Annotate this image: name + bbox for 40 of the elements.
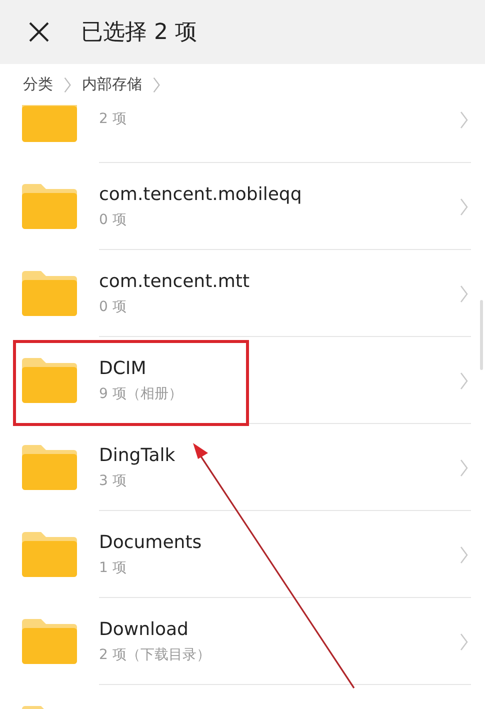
folder-icon: [22, 358, 77, 403]
folder-icon: [22, 532, 77, 577]
chevron-icon: [63, 76, 72, 94]
folder-icon: [22, 271, 77, 316]
folder-row[interactable]: DCIM 9 项（相册）: [0, 337, 485, 424]
item-count: 1 项: [99, 558, 126, 576]
scrollbar: [480, 300, 483, 370]
item-count: 0 项: [99, 298, 126, 316]
chevron-icon: [459, 632, 469, 652]
selection-title: 已选择 2 项: [81, 19, 197, 47]
breadcrumb-item[interactable]: 内部存储: [82, 75, 142, 94]
folder-name: DingTalk: [99, 444, 176, 466]
item-count: 2 项: [99, 110, 126, 128]
folder-icon: [22, 445, 77, 490]
folder-name: com.tencent.mtt: [99, 270, 250, 292]
chevron-icon: [459, 284, 469, 304]
item-count: 0 项: [99, 210, 126, 228]
folder-name: DCIM: [99, 358, 146, 378]
folder-row[interactable]: Documents 1 项: [0, 511, 485, 598]
chevron-icon: [459, 197, 469, 217]
folder-row[interactable]: Download 2 项（下载目录）: [0, 598, 485, 685]
folder-name: Documents: [99, 532, 202, 552]
folder-icon: [22, 105, 77, 142]
folder-icon: [22, 619, 77, 664]
folder-row[interactable]: com.tencent.mobileqq 0 项: [0, 163, 485, 250]
item-count: 9 项（相册）: [99, 384, 182, 402]
chevron-icon: [152, 76, 161, 94]
chevron-icon: [459, 110, 469, 130]
breadcrumb-item[interactable]: 分类: [23, 75, 53, 94]
folder-icon: [22, 184, 77, 229]
item-count: 3 项: [99, 472, 126, 490]
folder-row[interactable]: DingTalk 3 项: [0, 424, 485, 511]
folder-row[interactable]: com.tencent.mtt 0 项: [0, 250, 485, 337]
chevron-icon: [459, 371, 469, 391]
folder-name: com.tencent.mobileqq: [99, 184, 302, 204]
folder-name: Download: [99, 618, 188, 640]
close-button[interactable]: [27, 20, 51, 44]
chevron-icon: [459, 458, 469, 478]
item-count: 2 项（下载目录）: [99, 646, 210, 664]
chevron-icon: [459, 545, 469, 565]
